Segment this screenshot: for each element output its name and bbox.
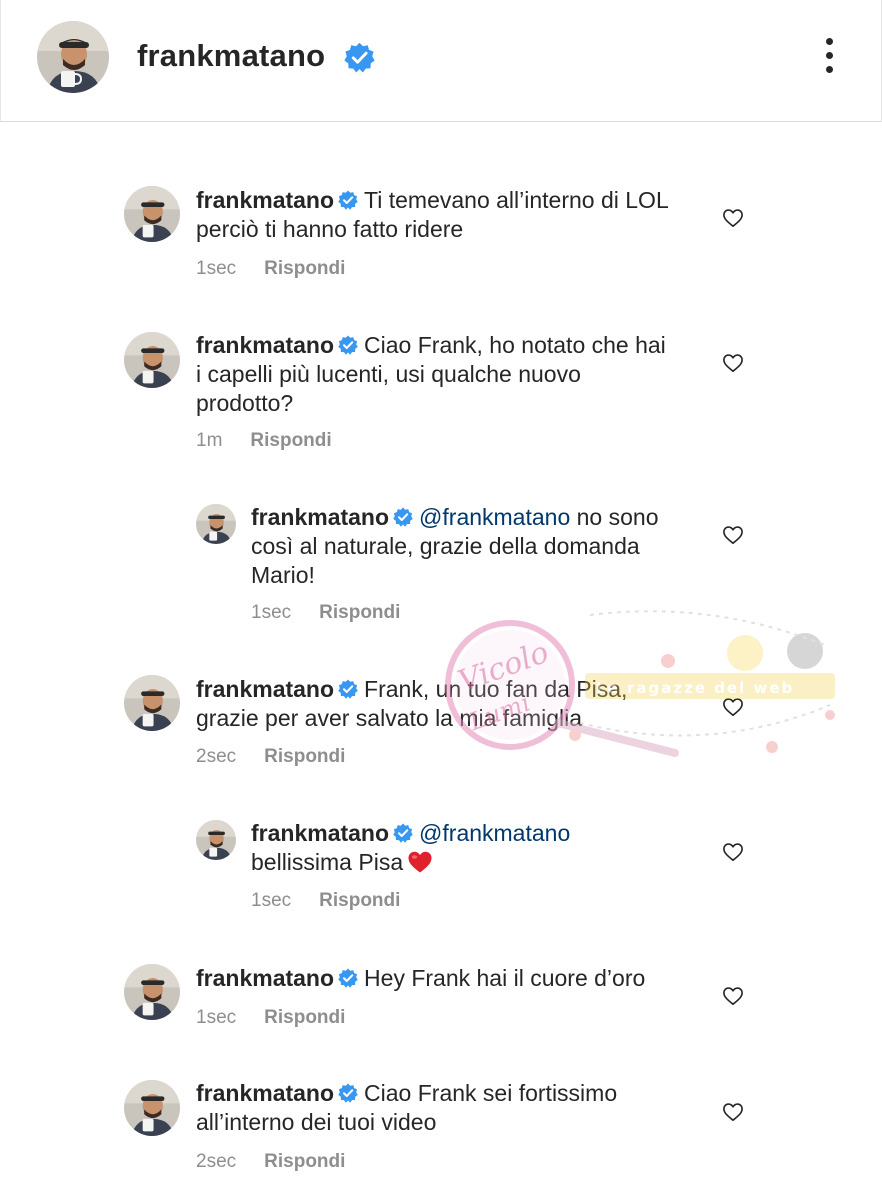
reply-button[interactable]: Rispondi [264,1151,345,1173]
verified-badge-icon [338,190,358,210]
reply-button[interactable]: Rispondi [319,602,400,624]
comment-time: 1sec [251,602,292,623]
commenter-avatar[interactable] [196,504,236,544]
comment-text: frankmatano @frankmatano bellissima Pisa [251,819,691,877]
reply-button[interactable]: Rispondi [319,890,400,912]
comment-text: frankmatano Ciao Frank, ho notato che hai… [196,331,676,418]
comment-meta: 1sec Rispondi [196,258,345,280]
comment-mention[interactable]: @frankmatano [419,504,570,530]
header-avatar[interactable] [37,21,109,93]
comment-text: frankmatano Frank, un tuo fan da Pisa, gr… [196,675,676,733]
comment-time: 1sec [196,258,237,279]
reply-button[interactable]: Rispondi [264,746,345,768]
avatar-photo [124,332,180,388]
avatar-photo [124,964,180,1020]
verified-badge-icon [338,335,358,355]
comment-time: 1m [196,430,223,451]
heart-icon[interactable] [722,697,744,717]
comment-mention[interactable]: @frankmatano [419,820,570,846]
header-username[interactable]: frankmatano [137,38,325,74]
comment-body: bellissima Pisa [251,849,404,875]
comment-body: Hey Frank hai il cuore d’oro [364,965,646,991]
reply-button[interactable]: Rispondi [250,430,331,452]
avatar-photo [124,186,180,242]
comment-username[interactable]: frankmatano [251,504,389,530]
verified-badge-icon [344,42,375,73]
avatar-photo [196,504,236,544]
comment-meta: 1sec Rispondi [251,890,400,912]
verified-badge-icon [393,507,413,527]
commenter-avatar[interactable] [124,964,180,1020]
comment-meta: 1sec Rispondi [251,602,400,624]
commenter-avatar[interactable] [124,186,180,242]
avatar-photo [124,1080,180,1136]
commenter-avatar[interactable] [124,332,180,388]
comment-meta: 1sec Rispondi [196,1007,345,1029]
avatar-photo [124,675,180,731]
comment-username[interactable]: frankmatano [196,187,334,213]
heart-icon[interactable] [722,842,744,862]
comment-time: 1sec [251,890,292,911]
verified-badge-icon [393,823,413,843]
comment-time: 2sec [196,746,237,767]
profile-header: frankmatano [0,0,882,122]
avatar-photo [196,820,236,860]
reply-button[interactable]: Rispondi [264,1007,345,1029]
commenter-avatar[interactable] [124,675,180,731]
comment-text: frankmatano Ciao Frank sei fortissimo all… [196,1079,676,1137]
comment-username[interactable]: frankmatano [196,676,334,702]
verified-badge-icon [338,1083,358,1103]
comment-text: frankmatano Hey Frank hai il cuore d’oro [196,964,676,993]
heart-icon[interactable] [722,208,744,228]
heart-icon[interactable] [722,1102,744,1122]
commenter-avatar[interactable] [196,820,236,860]
verified-badge-icon [338,679,358,699]
comment-username[interactable]: frankmatano [196,332,334,358]
heart-icon[interactable] [722,525,744,545]
verified-badge-icon [338,968,358,988]
comment-username[interactable]: frankmatano [251,820,389,846]
comment-meta: 2sec Rispondi [196,746,345,768]
avatar-photo [37,21,109,93]
comment-text: frankmatano @frankmatano no sono così al … [251,503,691,590]
comment-meta: 2sec Rispondi [196,1151,345,1173]
kebab-menu-icon[interactable] [814,38,844,82]
red-heart-emoji-icon [408,851,432,873]
comment-time: 1sec [196,1007,237,1028]
comment-meta: 1m Rispondi [196,430,332,452]
comment-time: 2sec [196,1151,237,1172]
commenter-avatar[interactable] [124,1080,180,1136]
comment-text: frankmatano Ti temevano all’interno di LO… [196,186,676,244]
comment-username[interactable]: frankmatano [196,1080,334,1106]
heart-icon[interactable] [722,353,744,373]
heart-icon[interactable] [722,986,744,1006]
comment-username[interactable]: frankmatano [196,965,334,991]
reply-button[interactable]: Rispondi [264,258,345,280]
